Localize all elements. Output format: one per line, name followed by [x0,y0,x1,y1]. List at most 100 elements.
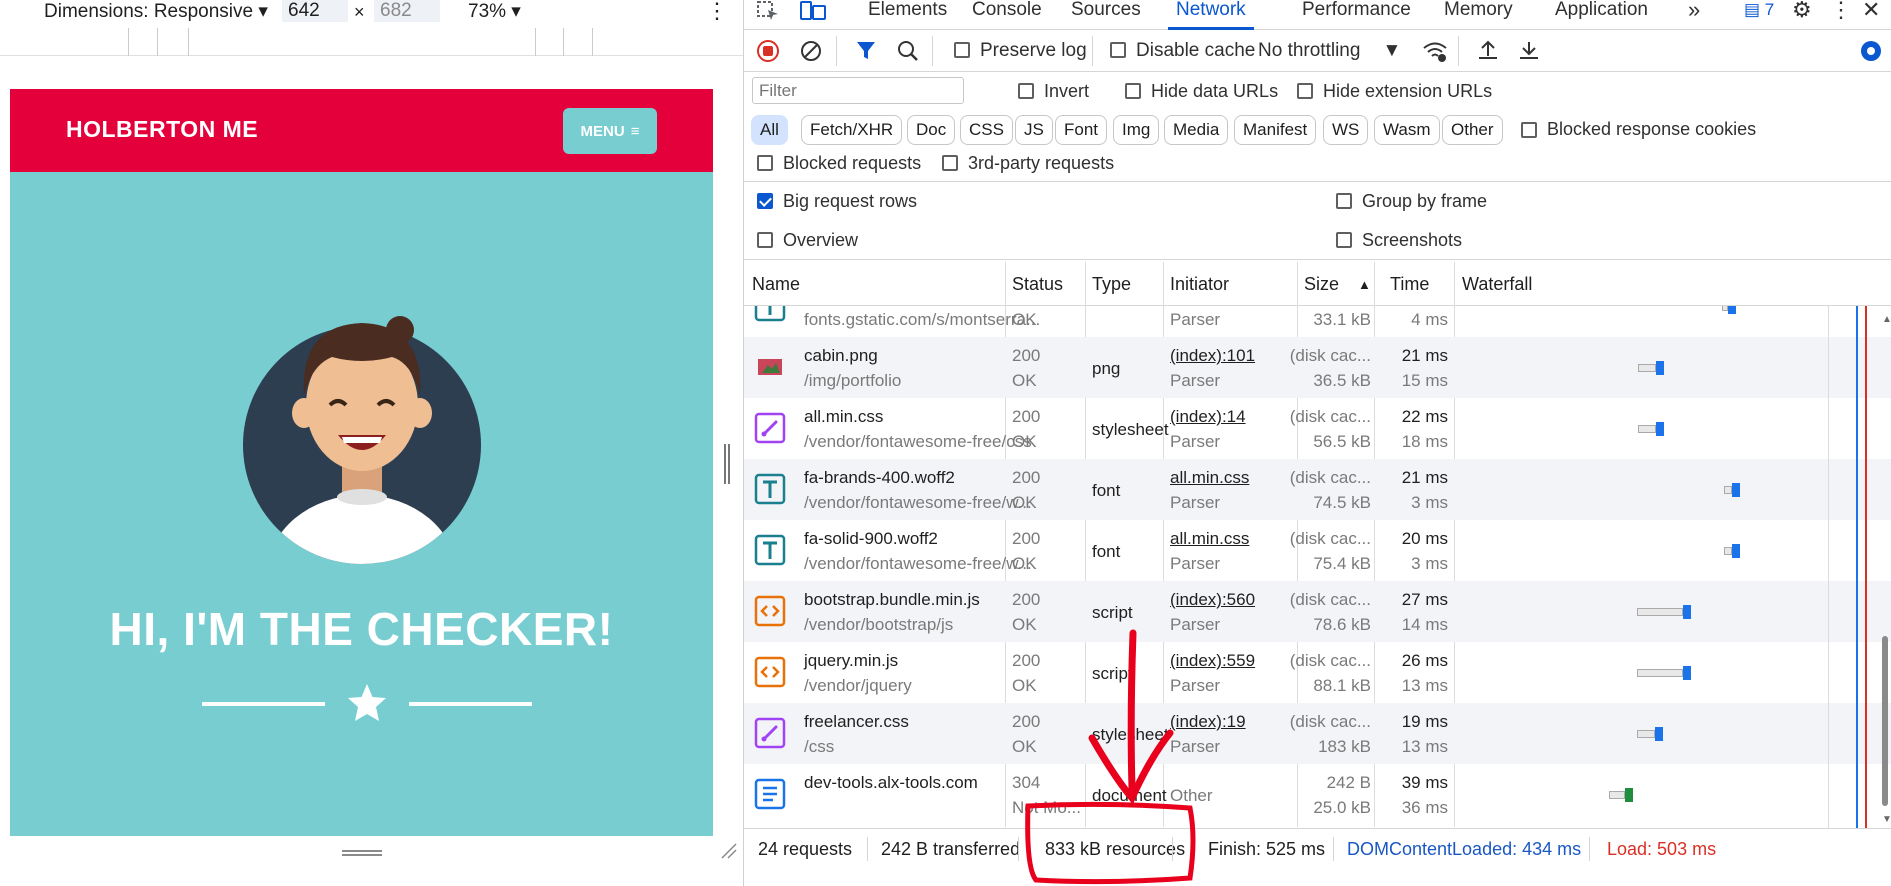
screenshots-checkbox[interactable] [1336,232,1352,248]
request-name[interactable]: all.min.css [804,407,883,427]
request-row[interactable]: fa-brands-400.woff2/vendor/fontawesome-f… [744,459,1891,520]
customize-menu-icon[interactable]: ⋮ [1830,0,1852,30]
type-chip-fetch-xhr[interactable]: Fetch/XHR [801,115,903,145]
site-brand[interactable]: HOLBERTON ME [66,116,258,143]
column-waterfall[interactable]: Waterfall [1462,274,1532,295]
zoom-dropdown[interactable]: 73% ▾ [468,0,521,23]
tab-console[interactable]: Console [972,0,1042,30]
big-request-rows-checkbox[interactable] [757,193,773,209]
preserve-log-checkbox[interactable] [954,42,970,58]
type-chip-doc[interactable]: Doc [907,115,956,145]
request-initiator[interactable]: (index):14 [1170,407,1246,427]
more-tabs-icon[interactable]: » [1688,0,1700,30]
waterfall-bar[interactable] [1637,605,1691,619]
scroll-up-icon[interactable]: ▲ [1882,314,1891,325]
device-toolbar-icon[interactable] [800,0,826,22]
close-devtools-icon[interactable]: ✕ [1862,0,1880,30]
column-time[interactable]: Time [1390,274,1429,295]
blocked-response-cookies-checkbox[interactable] [1521,122,1537,138]
waterfall-bar[interactable] [1638,422,1664,436]
settings-gear-icon[interactable]: ⚙ [1792,0,1812,30]
more-options-icon[interactable]: ⋮ [706,0,728,24]
network-conditions-icon[interactable] [1422,39,1448,63]
column-initiator[interactable]: Initiator [1170,274,1229,295]
column-type[interactable]: Type [1092,274,1131,295]
column-status[interactable]: Status [1012,274,1063,295]
ruler-tick[interactable] [592,28,593,56]
width-input[interactable]: 642 [282,0,348,22]
type-chip-all[interactable]: All [751,115,788,145]
height-input[interactable]: 682 [374,0,440,22]
type-chip-ws[interactable]: WS [1323,115,1369,145]
request-name[interactable]: bootstrap.bundle.min.js [804,590,980,610]
waterfall-bar[interactable] [1722,306,1736,314]
column-size[interactable]: Size [1304,274,1339,295]
waterfall-bar[interactable] [1724,544,1740,558]
menu-button[interactable]: MENU ≡ [563,108,657,154]
import-har-icon[interactable] [1476,38,1500,62]
request-initiator[interactable]: all.min.css [1170,529,1249,549]
type-chip-media[interactable]: Media [1164,115,1229,145]
scroll-down-icon[interactable]: ▼ [1882,814,1891,825]
third-party-checkbox[interactable] [942,155,958,171]
filter-icon[interactable] [855,39,877,61]
type-chip-js[interactable]: JS [1015,115,1053,145]
ruler-tick[interactable] [563,28,564,56]
waterfall-bar[interactable] [1724,483,1740,497]
request-row[interactable]: dev-tools.alx-tools.com 304 Not Mo... docum… [744,764,1891,825]
request-initiator[interactable]: (index):560 [1170,590,1255,610]
disable-cache-checkbox[interactable] [1110,42,1126,58]
tab-network[interactable]: Network [1168,0,1254,30]
inspect-element-icon[interactable] [756,0,780,22]
request-initiator[interactable]: (index):101 [1170,346,1255,366]
request-name[interactable]: cabin.png [804,346,878,366]
request-initiator[interactable]: (index):559 [1170,651,1255,671]
request-row[interactable]: fa-solid-900.woff2/vendor/fontawesome-fr… [744,520,1891,581]
type-chip-font[interactable]: Font [1055,115,1108,145]
request-initiator[interactable]: all.min.css [1170,468,1249,488]
tab-performance[interactable]: Performance [1302,0,1411,30]
resize-corner-icon[interactable] [718,840,738,860]
request-row[interactable]: all.min.css/vendor/fontawesome-free/css 2… [744,398,1891,459]
hide-data-urls-checkbox[interactable] [1125,83,1141,99]
request-row[interactable]: bootstrap.bundle.min.js/vendor/bootstrap… [744,581,1891,642]
ruler-tick[interactable] [157,28,158,56]
waterfall-bar[interactable] [1637,666,1691,680]
waterfall-bar[interactable] [1609,788,1633,802]
request-row[interactable]: freelancer.css/css 200 OK stylesheet (index)… [744,703,1891,764]
ruler-tick[interactable] [128,28,129,56]
request-name[interactable]: fa-solid-900.woff2 [804,529,938,549]
type-chip-other[interactable]: Other [1442,115,1503,145]
request-row[interactable]: cabin.png/img/portfolio 200 OK png (index):1… [744,337,1891,398]
request-row[interactable]: jquery.min.js/vendor/jquery 200 OK script (i… [744,642,1891,703]
type-chip-manifest[interactable]: Manifest [1234,115,1317,145]
clear-icon[interactable] [799,39,823,63]
issues-counter[interactable]: ▤ 7 [1744,0,1774,30]
ruler-tick[interactable] [535,28,536,56]
tab-sources[interactable]: Sources [1071,0,1141,30]
invert-checkbox[interactable] [1018,83,1034,99]
request-initiator[interactable]: Other [1170,786,1213,806]
type-chip-css[interactable]: CSS [960,115,1013,145]
request-name[interactable]: dev-tools.alx-tools.com [804,773,978,793]
network-settings-gear-icon[interactable] [1858,38,1884,64]
ruler-tick[interactable] [188,28,189,56]
tab-application[interactable]: Application [1555,0,1648,30]
overview-checkbox[interactable] [757,232,773,248]
waterfall-bar[interactable] [1637,727,1663,741]
request-name[interactable]: fa-brands-400.woff2 [804,468,955,488]
filter-input[interactable] [752,77,964,104]
dimensions-dropdown[interactable]: Dimensions: Responsive ▾ [44,0,268,23]
type-chip-img[interactable]: Img [1113,115,1160,145]
export-har-icon[interactable] [1517,38,1541,62]
request-list-scrollbar[interactable]: ▲ ▼ [1880,306,1891,828]
panel-splitter[interactable] [724,444,730,484]
request-name[interactable]: jquery.min.js [804,651,898,671]
blocked-requests-checkbox[interactable] [757,155,773,171]
search-icon[interactable] [896,39,920,63]
hide-extension-urls-checkbox[interactable] [1297,83,1313,99]
resize-handle-bottom[interactable] [342,848,382,858]
request-initiator[interactable]: (index):19 [1170,712,1246,732]
scrollbar-thumb[interactable] [1882,636,1888,806]
column-name[interactable]: Name [752,274,800,295]
